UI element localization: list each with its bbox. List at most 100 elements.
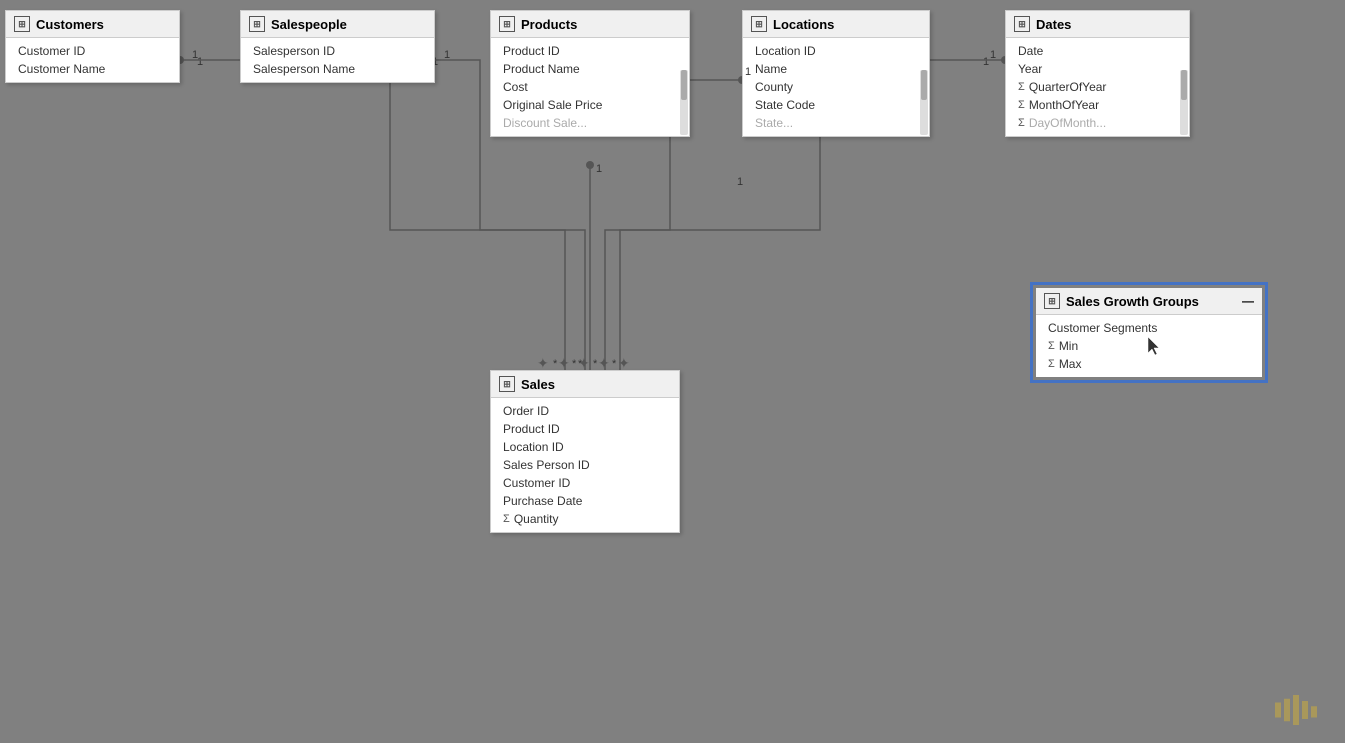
table-icon: ⊞ xyxy=(751,16,767,32)
field-label: Customer Name xyxy=(18,62,105,76)
table-row: Σ Min xyxy=(1036,337,1262,355)
locations-table-body: Location ID Name County State Code State… xyxy=(743,38,929,136)
table-icon: ⊞ xyxy=(499,16,515,32)
customers-table-header: ⊞ Customers xyxy=(6,11,179,38)
table-row: Σ Max xyxy=(1036,355,1262,373)
field-label: DayOfMonth... xyxy=(1029,116,1106,130)
svg-text:✦: ✦ xyxy=(578,355,590,371)
scroll-bar[interactable] xyxy=(920,70,928,135)
table-row: State... xyxy=(743,114,915,132)
svg-text:✦: ✦ xyxy=(598,355,610,371)
dates-title: Dates xyxy=(1036,17,1071,32)
salespeople-table-body: Salesperson ID Salesperson Name xyxy=(241,38,434,82)
svg-text:1: 1 xyxy=(197,56,203,68)
scroll-bar[interactable] xyxy=(1180,70,1188,135)
table-row: Original Sale Price xyxy=(491,96,675,114)
customers-table-body: Customer ID Customer Name xyxy=(6,38,179,82)
table-icon: ⊞ xyxy=(249,16,265,32)
field-label: Year xyxy=(1018,62,1042,76)
dates-table-body: Date Year Σ QuarterOfYear Σ MonthOfYear … xyxy=(1006,38,1189,136)
field-label: Sales Person ID xyxy=(503,458,590,472)
field-label: Discount Sale... xyxy=(503,116,587,130)
field-label: Cost xyxy=(503,80,528,94)
table-row: County xyxy=(743,78,915,96)
svg-text:1: 1 xyxy=(444,49,450,61)
products-table-body: Product ID Product Name Cost Original Sa… xyxy=(491,38,689,136)
field-label: Customer ID xyxy=(503,476,570,490)
sigma-icon: Σ xyxy=(1048,358,1055,370)
table-row: Location ID xyxy=(491,438,679,456)
field-label: Customer Segments xyxy=(1048,321,1157,335)
field-label: State Code xyxy=(755,98,815,112)
table-row: Σ DayOfMonth... xyxy=(1006,114,1175,132)
sales-table-body: Order ID Product ID Location ID Sales Pe… xyxy=(491,398,679,532)
table-row: Date xyxy=(1006,42,1175,60)
table-row: Purchase Date xyxy=(491,492,679,510)
field-label: Order ID xyxy=(503,404,549,418)
field-label: Product ID xyxy=(503,44,560,58)
table-row: Σ QuarterOfYear xyxy=(1006,78,1175,96)
sigma-icon: Σ xyxy=(1018,117,1025,129)
sigma-icon: Σ xyxy=(1018,81,1025,93)
sigma-icon: Σ xyxy=(1048,340,1055,352)
field-label: Product ID xyxy=(503,422,560,436)
locations-table: ⊞ Locations Location ID Name County Stat… xyxy=(742,10,930,137)
table-row: Order ID xyxy=(491,402,679,420)
svg-text:✦: ✦ xyxy=(537,355,549,371)
svg-text:*: * xyxy=(593,358,598,370)
field-label: QuarterOfYear xyxy=(1029,80,1107,94)
sales-title: Sales xyxy=(521,377,555,392)
field-label: Location ID xyxy=(755,44,816,58)
table-row: Discount Sale... xyxy=(491,114,675,132)
svg-text:1: 1 xyxy=(983,56,989,68)
table-icon: ⊞ xyxy=(499,376,515,392)
table-icon: ⊞ xyxy=(1044,293,1060,309)
sales-growth-groups-outer: ⊞ Sales Growth Groups — Customer Segment… xyxy=(1030,282,1268,383)
field-label: Purchase Date xyxy=(503,494,582,508)
products-title: Products xyxy=(521,17,577,32)
svg-text:*: * xyxy=(578,358,583,370)
table-icon: ⊞ xyxy=(1014,16,1030,32)
table-row: Product ID xyxy=(491,420,679,438)
table-row: Salesperson Name xyxy=(241,60,434,78)
table-row: Location ID xyxy=(743,42,915,60)
sgg-title: Sales Growth Groups xyxy=(1066,294,1199,309)
locations-table-header: ⊞ Locations xyxy=(743,11,929,38)
sales-table: ⊞ Sales Order ID Product ID Location ID … xyxy=(490,370,680,533)
table-row: Product ID xyxy=(491,42,675,60)
table-row: Σ Quantity xyxy=(491,510,679,528)
scroll-bar[interactable] xyxy=(680,70,688,135)
salespeople-title: Salespeople xyxy=(271,17,347,32)
sigma-icon: Σ xyxy=(503,513,510,525)
field-label: Min xyxy=(1059,339,1078,353)
svg-text:*: * xyxy=(572,358,577,370)
svg-text:✦: ✦ xyxy=(618,355,630,371)
collapse-icon[interactable]: — xyxy=(1242,294,1254,308)
sgg-table-body: Customer Segments Σ Min Σ Max xyxy=(1036,315,1262,377)
table-row: Sales Person ID xyxy=(491,456,679,474)
field-label: Max xyxy=(1059,357,1082,371)
field-label: Product Name xyxy=(503,62,580,76)
table-row: Year xyxy=(1006,60,1175,78)
field-label: MonthOfYear xyxy=(1029,98,1099,112)
field-label: Date xyxy=(1018,44,1043,58)
field-label: Original Sale Price xyxy=(503,98,602,112)
customers-table: ⊞ Customers Customer ID Customer Name xyxy=(5,10,180,83)
field-label: Name xyxy=(755,62,787,76)
field-label: Location ID xyxy=(503,440,564,454)
products-table-header: ⊞ Products xyxy=(491,11,689,38)
field-label: Salesperson Name xyxy=(253,62,355,76)
sigma-icon: Σ xyxy=(1018,99,1025,111)
field-label: Customer ID xyxy=(18,44,85,58)
field-label: County xyxy=(755,80,793,94)
diagram-canvas: 1 * 1 * 1 * 1 * * ⊞ Customers xyxy=(0,0,1345,743)
svg-text:1: 1 xyxy=(192,49,198,61)
table-row: Product Name xyxy=(491,60,675,78)
sgg-table-header: ⊞ Sales Growth Groups — xyxy=(1036,288,1262,315)
locations-title: Locations xyxy=(773,17,834,32)
salespeople-table: ⊞ Salespeople Salesperson ID Salesperson… xyxy=(240,10,435,83)
table-row: Salesperson ID xyxy=(241,42,434,60)
watermark xyxy=(1275,690,1335,733)
svg-text:1: 1 xyxy=(990,49,996,61)
scroll-thumb xyxy=(681,70,687,100)
